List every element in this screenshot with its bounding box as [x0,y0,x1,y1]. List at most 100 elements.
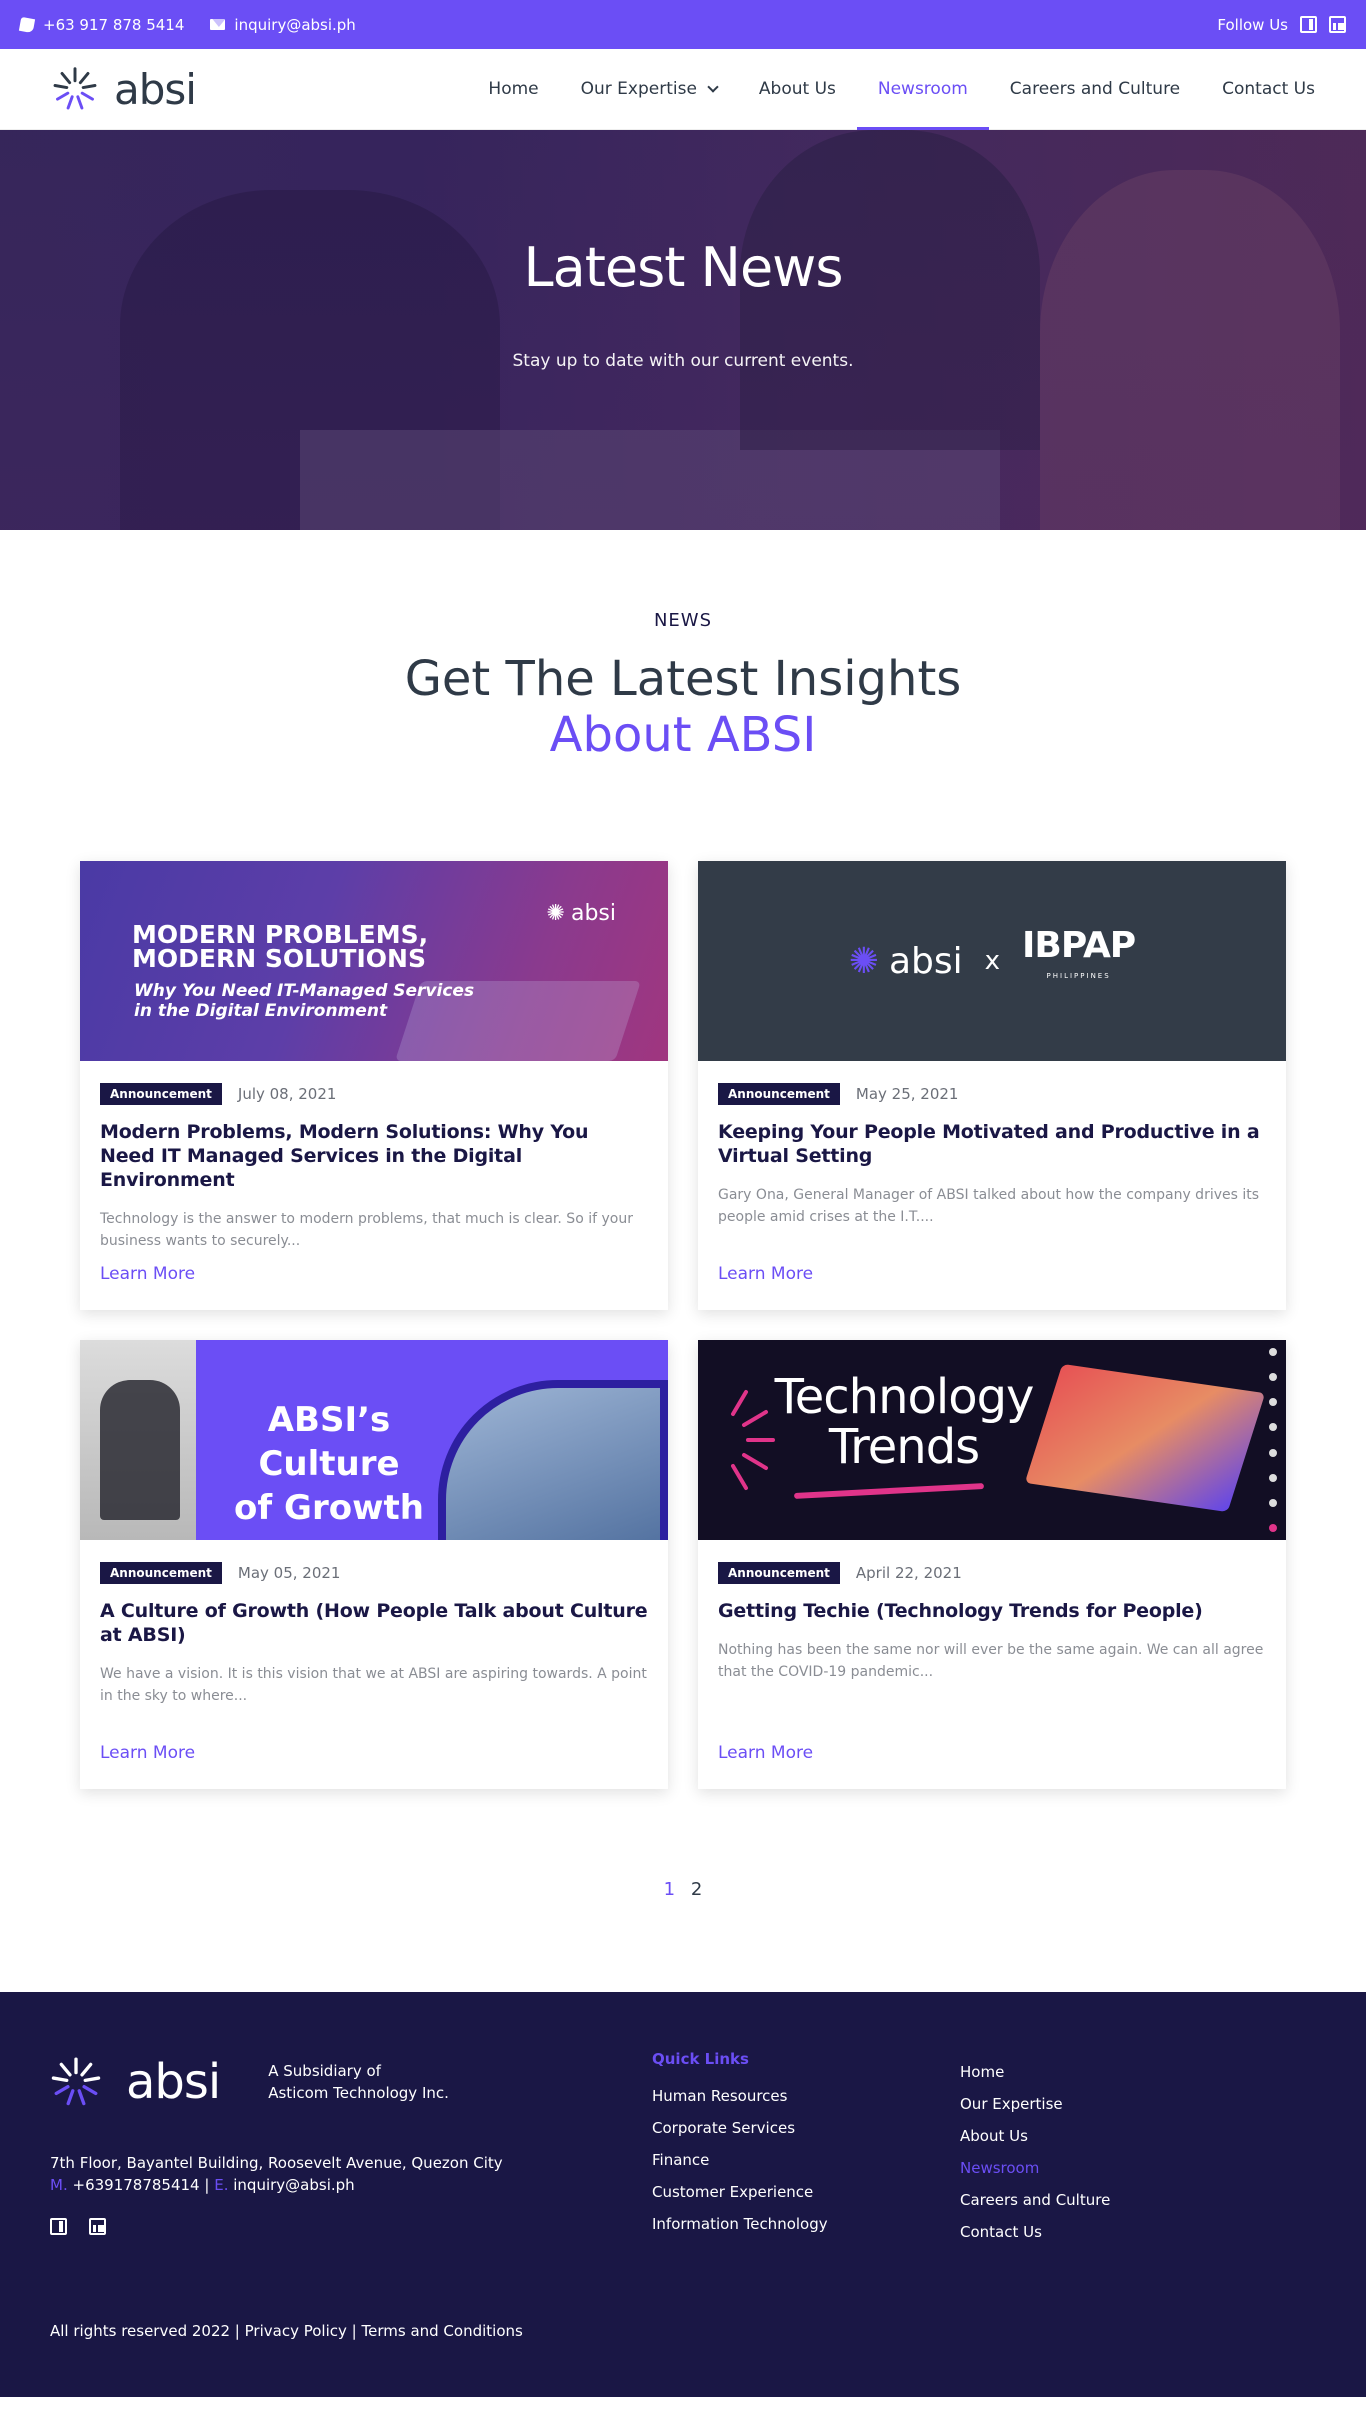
card-thumbnail[interactable]: Technology Trends [698,1340,1286,1540]
card-meta: Announcement May 05, 2021 [100,1562,648,1584]
linkedin-icon[interactable] [89,2218,106,2235]
category-badge[interactable]: Announcement [718,1083,840,1105]
footer-email[interactable]: inquiry@absi.ph [233,2176,354,2194]
partner-logo-text: IBPAP [1022,925,1136,966]
quick-link-finance[interactable]: Finance [652,2144,828,2176]
top-email[interactable]: inquiry@absi.ph [210,16,356,34]
top-phone[interactable]: +63 917 878 5414 [18,16,184,34]
nav-careers[interactable]: Careers and Culture [989,49,1201,130]
card-thumbnail[interactable]: ABSI’s Culture of Growth [80,1340,668,1540]
terms-link[interactable]: Terms and Conditions [362,2322,523,2340]
news-section-head: NEWS Get The Latest Insights About ABSI [0,530,1366,763]
thumb-headline-line2: of Growth [234,1488,424,1528]
category-badge[interactable]: Announcement [100,1562,222,1584]
nav-our-expertise[interactable]: Our Expertise [560,49,738,130]
card-thumbnail[interactable]: ✺ absi x IBPAP PHILIPPINES [698,861,1286,1061]
facebook-icon[interactable] [1300,16,1317,33]
copyright: All rights reserved 2022 | [50,2322,240,2340]
partner-logo: IBPAP PHILIPPINES [1022,928,1136,991]
laptop-shape [1024,1363,1266,1513]
hero-content: Latest News Stay up to date with our cur… [0,130,1366,371]
footer-mobile[interactable]: +639178785414 [73,2176,200,2194]
card-title[interactable]: Modern Problems, Modern Solutions: Why Y… [100,1120,648,1192]
card-excerpt: We have a vision. It is this vision that… [100,1666,647,1704]
card-title[interactable]: Keeping Your People Motivated and Produc… [718,1120,1266,1168]
card-title[interactable]: Getting Techie (Technology Trends for Pe… [718,1599,1266,1623]
thumb-dots [1268,1348,1278,1532]
page-1[interactable]: 1 [664,1879,675,1900]
nav-menu: Home Our Expertise About Us Newsroom Car… [467,49,1336,130]
quick-links-heading: Quick Links [652,2050,749,2068]
quick-link-cx[interactable]: Customer Experience [652,2176,828,2208]
footer-site-links: Home Our Expertise About Us Newsroom Car… [960,2056,1110,2248]
nav-newsroom[interactable]: Newsroom [856,49,989,130]
card-body: Announcement July 08, 2021 Modern Proble… [80,1061,668,1252]
site-logo[interactable]: absi [52,62,197,116]
category-badge[interactable]: Announcement [718,1562,840,1584]
thumb-headline-line2: MODERN SOLUTIONS [132,944,426,973]
nav-our-expertise-label: Our Expertise [580,79,697,99]
follow-label: Follow Us [1217,15,1288,34]
quick-link-corporate[interactable]: Corporate Services [652,2112,828,2144]
learn-more-link[interactable]: Learn More [100,1743,195,1763]
quick-link-hr[interactable]: Human Resources [652,2080,828,2112]
card-body: Announcement April 22, 2021 Getting Tech… [698,1540,1286,1683]
card-meta: Announcement April 22, 2021 [718,1562,1266,1584]
top-phone-text[interactable]: +63 917 878 5414 [43,16,184,34]
absi-burst-icon: ✺ [546,901,565,926]
card-title[interactable]: A Culture of Growth (How People Talk abo… [100,1599,648,1647]
thumb-headline: MODERN PROBLEMS, MODERN SOLUTIONS [132,922,428,973]
news-card: ✺ absi x IBPAP PHILIPPINES Announcement … [698,861,1286,1310]
footer-link-home[interactable]: Home [960,2056,1110,2088]
post-date: May 05, 2021 [237,1564,341,1582]
card-excerpt: Technology is the answer to modern probl… [100,1211,633,1249]
card-meta: Announcement July 08, 2021 [100,1083,648,1105]
hero-banner: Latest News Stay up to date with our cur… [0,130,1366,530]
learn-more-link[interactable]: Learn More [718,1264,813,1284]
footer-link-newsroom[interactable]: Newsroom [960,2152,1110,2184]
thumb-subhead-line2: in the Digital Environment [134,1001,388,1021]
linkedin-icon[interactable] [1329,16,1346,33]
top-contact: +63 917 878 5414 inquiry@absi.ph [18,16,356,34]
follow-us: Follow Us [1217,16,1346,34]
thumb-logo: ✺ absi [547,901,616,926]
learn-more-link[interactable]: Learn More [718,1743,813,1763]
nav-about-us[interactable]: About Us [738,49,857,130]
footer-link-careers[interactable]: Careers and Culture [960,2184,1110,2216]
privacy-policy-link[interactable]: Privacy Policy [245,2322,347,2340]
nav-home[interactable]: Home [467,49,559,130]
card-excerpt: Nothing has been the same nor will ever … [718,1642,1264,1680]
top-bar: +63 917 878 5414 inquiry@absi.ph Follow … [0,0,1366,49]
thumb-headline: Technology Trends [754,1372,1054,1472]
thumb-logo: ✺ absi [849,941,963,982]
hero-subtitle: Stay up to date with our current events. [512,351,854,371]
thumb-logo-text: absi [570,901,616,926]
facebook-icon[interactable] [50,2218,67,2235]
card-thumbnail[interactable]: MODERN PROBLEMS, MODERN SOLUTIONS Why Yo… [80,861,668,1061]
top-email-text[interactable]: inquiry@absi.ph [234,16,355,34]
phone-icon [18,16,36,33]
category-badge[interactable]: Announcement [100,1083,222,1105]
news-card: Technology Trends Announcement April 22,… [698,1340,1286,1789]
footer-subsidiary-line2: Asticom Technology Inc. [268,2084,449,2102]
mobile-key: M. [50,2176,68,2194]
footer-link-contact[interactable]: Contact Us [960,2216,1110,2248]
quick-link-it[interactable]: Information Technology [652,2208,828,2240]
absi-burst-icon [51,2057,101,2106]
footer-link-expertise[interactable]: Our Expertise [960,2088,1110,2120]
thumb-subhead-line1: Why You Need IT-Managed Services [134,981,475,1001]
footer-link-about[interactable]: About Us [960,2120,1110,2152]
page-title: Latest News [523,236,844,299]
section-title-line1: Get The Latest Insights [404,651,962,707]
pagination: 1 2 [0,1879,1366,1900]
learn-more-link[interactable]: Learn More [100,1264,195,1284]
absi-burst-icon: ✺ [848,940,879,982]
nav-contact-us[interactable]: Contact Us [1201,49,1336,130]
footer-bottom-sep: | [351,2322,357,2340]
section-eyebrow: NEWS [653,610,713,631]
main-nav: absi Home Our Expertise About Us Newsroo… [0,49,1366,130]
footer-quick-links: Quick Links Human Resources Corporate Se… [652,2050,828,2240]
email-key: E. [214,2176,229,2194]
site-footer: absi A Subsidiary of Asticom Technology … [0,1992,1366,2397]
page-2[interactable]: 2 [691,1879,702,1900]
